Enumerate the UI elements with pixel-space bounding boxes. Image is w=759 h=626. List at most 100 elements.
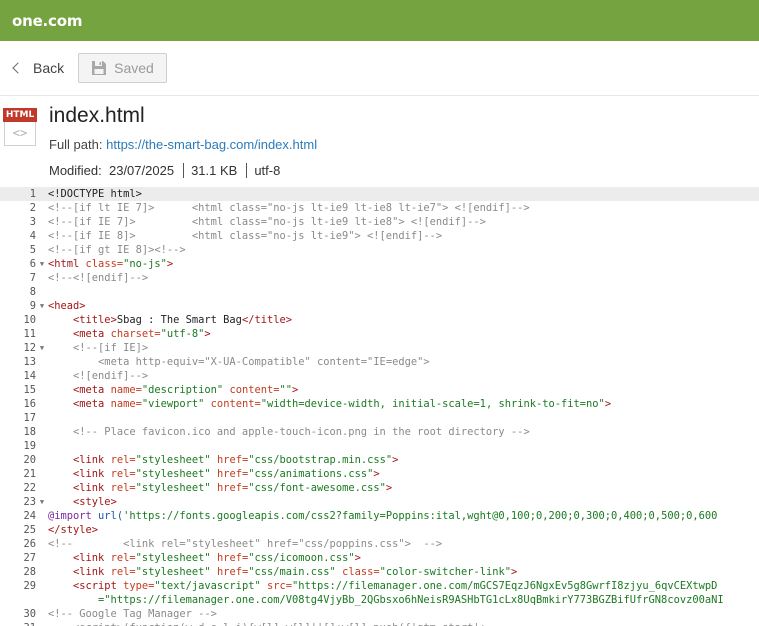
code-text: <link rel="stylesheet" href="css/font-aw…: [48, 481, 392, 495]
code-token: <meta: [73, 398, 111, 410]
code-text: <!--[if IE 8]> <html class="no-js lt-ie9…: [48, 229, 442, 243]
code-line[interactable]: 5 <!--[if gt IE 8]><!-->: [0, 243, 759, 257]
code-token: @import: [48, 510, 99, 522]
code-token: rel=: [110, 454, 136, 466]
code-line[interactable]: 17: [0, 411, 759, 425]
code-line[interactable]: 21 <link rel="stylesheet" href="css/anim…: [0, 467, 759, 481]
line-number: 16: [23, 398, 36, 410]
code-token: <link: [73, 454, 111, 466]
back-button[interactable]: Back: [6, 54, 72, 82]
code-line[interactable]: 12 ▼ <!--[if IE]>: [0, 341, 759, 355]
fold-gutter: [36, 509, 48, 523]
code-line[interactable]: 13 <meta http-equiv="X-UA-Compatible" co…: [0, 355, 759, 369]
file-name: index.html: [49, 104, 145, 127]
code-line[interactable]: 6 ▼ <html class="no-js">: [0, 257, 759, 271]
code-line[interactable]: 29 <script type="text/javascript" src="h…: [0, 579, 759, 593]
fold-gutter: [36, 551, 48, 565]
code-token: rel=: [110, 468, 136, 480]
file-size: 31.1 KB: [191, 163, 238, 178]
fold-toggle-icon[interactable]: ▼: [36, 257, 48, 271]
code-token: <!DOCTYPE html>: [48, 188, 142, 200]
code-text: <head>: [48, 299, 86, 313]
code-line[interactable]: 15 <meta name="description" content="">: [0, 383, 759, 397]
code-line[interactable]: 3 <!--[if IE 7]> <html class="no-js lt-ie…: [0, 215, 759, 229]
code-token: "css/font-awesome.css": [248, 482, 386, 494]
code-line[interactable]: 31 <script>(function(w,d,s,l,i){w[l]=w[l…: [0, 621, 759, 626]
code-line[interactable]: 1 <!DOCTYPE html>: [0, 187, 759, 201]
code-line[interactable]: 27 <link rel="stylesheet" href="css/icom…: [0, 551, 759, 565]
line-number: 25: [23, 524, 36, 536]
code-glyph: <>: [4, 122, 36, 146]
code-token: "stylesheet": [135, 454, 211, 466]
code-line[interactable]: 11 <meta charset="utf-8">: [0, 327, 759, 341]
code-token: >: [373, 468, 380, 480]
code-line[interactable]: 18 <!-- Place favicon.ico and apple-touc…: [0, 425, 759, 439]
code-line[interactable]: 22 <link rel="stylesheet" href="css/font…: [0, 481, 759, 495]
code-line[interactable]: 7 <!--<![endif]-->: [0, 271, 759, 285]
code-editor[interactable]: 1 <!DOCTYPE html> 2 <!--[if lt IE 7]> <html…: [0, 187, 759, 626]
meta-divider: [246, 163, 248, 178]
line-number: 4: [29, 230, 36, 242]
code-line[interactable]: 25 </style>: [0, 523, 759, 537]
code-text: <!DOCTYPE html>: [48, 187, 142, 201]
code-text: <!--<![endif]-->: [48, 271, 148, 285]
fold-toggle-icon[interactable]: ▼: [36, 299, 48, 313]
code-token: "stylesheet": [135, 566, 211, 578]
top-bar: one.com: [0, 0, 759, 41]
code-text: <link rel="stylesheet" href="css/main.cs…: [48, 565, 517, 579]
code-line[interactable]: 4 <!--[if IE 8]> <html class="no-js lt-ie…: [0, 229, 759, 243]
code-token: content=: [223, 384, 280, 396]
brand-logo[interactable]: one.com: [12, 12, 82, 30]
code-token: <link: [73, 566, 111, 578]
code-token: <html: [48, 258, 86, 270]
code-token: <title>: [73, 314, 117, 326]
code-line[interactable]: ="https://filemanager.one.com/V08tg4VjyB…: [0, 593, 759, 607]
fold-gutter: [36, 565, 48, 579]
code-line[interactable]: 9 ▼ <head>: [0, 299, 759, 313]
line-number: 7: [29, 272, 36, 284]
fold-toggle-icon[interactable]: ▼: [36, 341, 48, 355]
code-line[interactable]: 28 <link rel="stylesheet" href="css/main…: [0, 565, 759, 579]
code-line[interactable]: 19: [0, 439, 759, 453]
line-number: 10: [23, 314, 36, 326]
saved-button[interactable]: Saved: [78, 53, 167, 83]
code-line[interactable]: 26 <!-- <link rel="stylesheet" href="css/…: [0, 537, 759, 551]
code-token: rel=: [110, 552, 136, 564]
line-number: 5: [29, 244, 36, 256]
code-token: >: [511, 566, 518, 578]
fold-toggle-icon[interactable]: ▼: [36, 495, 48, 509]
code-token: <![endif]-->: [73, 370, 149, 382]
line-number: 21: [23, 468, 36, 480]
code-token: <!--[if IE 7]> <html class="no-js lt-ie9…: [48, 216, 486, 228]
code-token: charset=: [110, 328, 161, 340]
code-line[interactable]: 10 <title>Sbag : The Smart Bag</title>: [0, 313, 759, 327]
full-path-link[interactable]: https://the-smart-bag.com/index.html: [106, 137, 317, 152]
floppy-disk-icon: [92, 61, 107, 75]
code-token: <!-- Google Tag Manager -->: [48, 608, 217, 620]
code-line[interactable]: 20 <link rel="stylesheet" href="css/boot…: [0, 453, 759, 467]
code-token: <link: [73, 552, 111, 564]
code-line[interactable]: 14 <![endif]-->: [0, 369, 759, 383]
code-line[interactable]: 23 ▼ <style>: [0, 495, 759, 509]
code-text: <script type="text/javascript" src="http…: [48, 579, 717, 593]
code-line[interactable]: 30 <!-- Google Tag Manager -->: [0, 607, 759, 621]
meta-divider: [183, 163, 185, 178]
code-token: type=: [123, 580, 155, 592]
code-text: </style>: [48, 523, 98, 537]
code-text: <link rel="stylesheet" href="css/icomoon…: [48, 551, 361, 565]
code-token: href=: [210, 482, 249, 494]
code-token: >: [292, 384, 299, 396]
fold-gutter: [36, 397, 48, 411]
code-line[interactable]: 2 <!--[if lt IE 7]> <html class="no-js lt…: [0, 201, 759, 215]
code-line[interactable]: 16 <meta name="viewport" content="width=…: [0, 397, 759, 411]
line-number: 3: [29, 216, 36, 228]
code-line[interactable]: 8: [0, 285, 759, 299]
line-number: 17: [23, 412, 36, 424]
code-line[interactable]: 24 @import url('https://fonts.googleapis.…: [0, 509, 759, 523]
code-token: <style>: [73, 496, 117, 508]
